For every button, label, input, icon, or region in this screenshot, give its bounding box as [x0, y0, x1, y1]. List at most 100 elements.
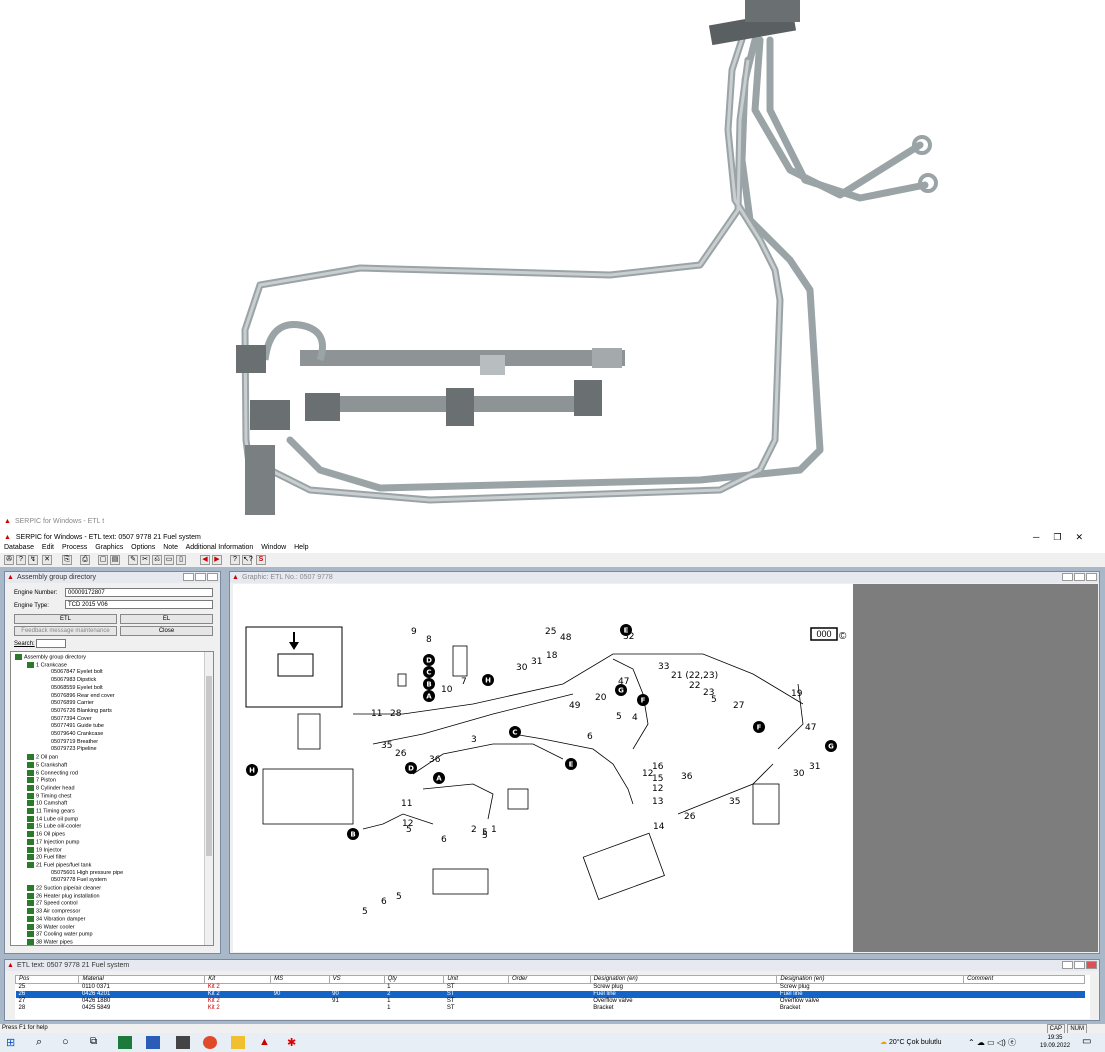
search-icon[interactable]: ⌕	[36, 1036, 50, 1049]
callout-number[interactable]: 11	[371, 709, 382, 719]
tool-icon-3[interactable]: ↯	[28, 555, 38, 565]
tree-item[interactable]: 05067983 Dipstick	[51, 677, 96, 684]
callout-number[interactable]: 5	[711, 695, 717, 705]
callout-number[interactable]: 30	[516, 663, 528, 673]
tree-item[interactable]: 14 Lube oil pump	[27, 815, 78, 823]
callout-number[interactable]: 11	[401, 799, 412, 809]
engine-type-field[interactable]: TCD 2015 V06	[65, 600, 213, 609]
callout-number[interactable]: 21 (22,23)	[671, 671, 718, 681]
callout-number[interactable]: 13	[652, 797, 663, 807]
menu-options[interactable]: Options	[131, 544, 155, 551]
help-icon[interactable]: ?	[230, 555, 240, 565]
column-header[interactable]: Material	[78, 975, 206, 984]
callout-number[interactable]: 1	[491, 825, 497, 835]
callout-number[interactable]: 47	[805, 723, 816, 733]
graphic-maximize-button[interactable]	[1074, 573, 1085, 581]
clock[interactable]: 19:35 19.09.2022	[1040, 1034, 1070, 1050]
graphic-minimize-button[interactable]	[1062, 573, 1073, 581]
callout-number[interactable]: 5	[406, 825, 412, 835]
callout-number[interactable]: 3	[471, 735, 477, 745]
restore-button[interactable]: ❐	[1053, 532, 1075, 542]
search-input[interactable]	[36, 639, 66, 648]
tool-icon-4[interactable]: ✕	[42, 555, 52, 565]
tree-item[interactable]: 15 Lube oil/-cooler	[27, 823, 81, 830]
callout-number[interactable]: 31	[809, 762, 820, 772]
tool-icon-2[interactable]: ?	[16, 555, 26, 565]
tree-scrollbar[interactable]	[204, 652, 213, 945]
callout-number[interactable]: 10	[441, 685, 453, 695]
sis-icon[interactable]: S	[256, 555, 266, 565]
excel-icon[interactable]	[118, 1036, 132, 1049]
tree-item[interactable]: 21 Fuel pipes/fuel tank	[27, 861, 91, 869]
print-icon[interactable]: ⎙	[80, 555, 90, 565]
callout-number[interactable]: 36	[681, 772, 693, 782]
serpic-taskbar-icon[interactable]: ▲	[259, 1036, 273, 1049]
callout-number[interactable]: 28	[390, 709, 402, 719]
callout-number[interactable]: 12	[652, 784, 663, 794]
callout-number[interactable]: 33	[658, 662, 669, 672]
callout-number[interactable]: 18	[546, 651, 558, 661]
table-row[interactable]: 26 0426 4201 Kit 2 90 90 2 ST Fuel line Fuel lin…	[15, 991, 1085, 998]
callout-number[interactable]: 26	[395, 749, 407, 759]
etl-minimize-button[interactable]	[1062, 961, 1073, 969]
app-icon-3[interactable]: ✱	[287, 1036, 301, 1049]
callout-number[interactable]: 5	[362, 907, 368, 917]
context-help-icon[interactable]: ↖?	[242, 555, 253, 565]
assembly-maximize-button[interactable]	[195, 573, 206, 581]
tree-item[interactable]: 2 Oil pan	[27, 754, 58, 761]
el-button[interactable]: EL	[120, 614, 213, 624]
tree-item[interactable]: 37 Cooling water pump	[27, 931, 93, 938]
table-row[interactable]: 28 0425 5849 Kit 2 1 ST Bracket Bracket	[16, 1005, 1085, 1012]
menu-edit[interactable]: Edit	[42, 544, 54, 551]
column-header[interactable]: MS	[270, 975, 330, 984]
tree-item[interactable]: 05076899 Carrier	[51, 700, 94, 707]
tree-item[interactable]: 05077394 Cover	[51, 716, 92, 723]
tool-icon-6[interactable]: ✂	[140, 555, 150, 565]
tree-item[interactable]: 19 Injector	[27, 846, 62, 854]
feedback-button[interactable]: Feedback message maintenance	[14, 626, 117, 636]
tree-item[interactable]: 26 Heater plug installation	[27, 892, 100, 900]
callout-number[interactable]: 9	[411, 627, 417, 637]
tree-item[interactable]: 05079640 Crankcase	[51, 731, 103, 738]
callout-number[interactable]: 5	[482, 828, 488, 838]
callout-number[interactable]: 22	[689, 681, 700, 691]
tool-icon-1[interactable]: ✇	[4, 555, 14, 565]
exploded-drawing[interactable]: 000 © 9 8 25 48 32 18 33 30 31 21 (22,23) 22 23 5 27 1…	[233, 584, 853, 952]
tree-item[interactable]: 05076726 Blanking parts	[51, 708, 112, 715]
callout-number[interactable]: 6	[381, 897, 387, 907]
callout-number[interactable]: 15	[652, 774, 663, 784]
menu-database[interactable]: Database	[4, 544, 34, 551]
callout-number[interactable]: 35	[381, 741, 392, 751]
callout-number[interactable]: 31	[531, 657, 542, 667]
tree-item[interactable]: 34 Vibration damper	[27, 915, 85, 923]
tool-icon-5[interactable]: ⎘	[62, 555, 72, 565]
callout-number[interactable]: 25	[545, 627, 556, 637]
menu-additional-information[interactable]: Additional Information	[186, 544, 254, 551]
word-icon[interactable]	[146, 1036, 160, 1049]
tree-item[interactable]: 38 Water pipes	[27, 938, 73, 945]
callout-number[interactable]: 19	[791, 689, 803, 699]
tree-item[interactable]: 36 Water cooler	[27, 923, 75, 931]
assembly-minimize-button[interactable]	[183, 573, 194, 581]
tree-item[interactable]: 05075601 High pressure pipe	[51, 870, 123, 877]
callout-number[interactable]: 49	[569, 701, 581, 711]
column-header[interactable]: Order	[507, 975, 591, 984]
tree-item[interactable]: 20 Fuel filter	[27, 854, 66, 861]
callout-number[interactable]: 4	[632, 713, 638, 723]
back-arrow-icon[interactable]: ◀	[200, 555, 210, 565]
tree-item[interactable]: 1 Crankcase	[27, 661, 67, 669]
tool-icon-7[interactable]: ⎌	[152, 555, 162, 565]
notification-icon[interactable]: ▭	[1082, 1036, 1091, 1047]
tree-item[interactable]: 05067847 Eyelet bolt	[51, 669, 103, 676]
column-header[interactable]: Designation (en)	[589, 975, 778, 984]
callout-number[interactable]: 7	[461, 677, 467, 687]
etl-close-button[interactable]	[1086, 961, 1097, 969]
tree-item[interactable]: 17 Injection pump	[27, 838, 79, 846]
minimize-button[interactable]: ─	[1033, 532, 1053, 542]
table-row[interactable]: 27 0426 1880 Kit 2 91 1 ST Overflow valve Overf…	[16, 998, 1085, 1005]
graphic-close-button[interactable]	[1086, 573, 1097, 581]
assembly-close-button[interactable]	[207, 573, 218, 581]
etl-maximize-button[interactable]	[1074, 961, 1085, 969]
callout-number[interactable]: 5	[396, 892, 402, 902]
callout-number[interactable]: 16	[652, 762, 664, 772]
